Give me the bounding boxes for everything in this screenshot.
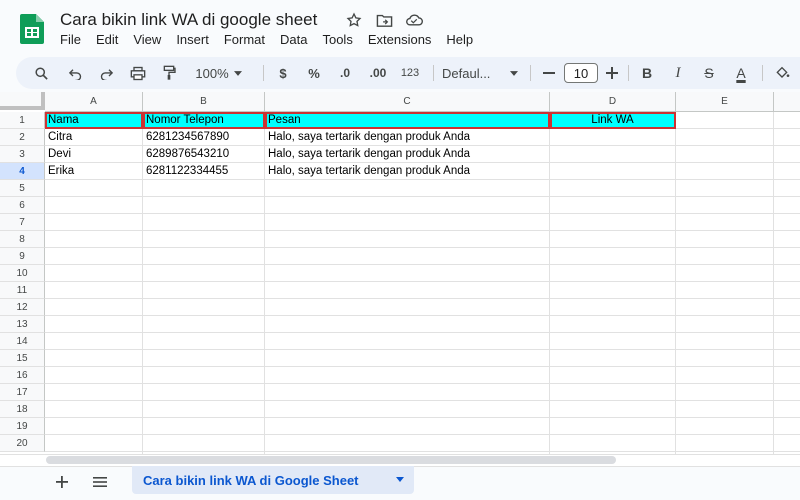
menu-file[interactable]: File: [60, 32, 89, 47]
row-header[interactable]: 12: [0, 299, 45, 316]
italic-button[interactable]: I: [669, 57, 687, 89]
row-header[interactable]: 1: [0, 112, 45, 129]
row-header[interactable]: 4: [0, 163, 45, 180]
text-color-button[interactable]: A: [730, 57, 752, 89]
cell-c4[interactable]: Halo, saya tertarik dengan produk Anda: [265, 163, 550, 180]
sheet-tab-active[interactable]: Cara bikin link WA di Google Sheet: [132, 466, 414, 494]
row-header[interactable]: 6: [0, 197, 45, 214]
number-format-button[interactable]: 123: [398, 57, 422, 89]
font-size-input[interactable]: 10: [564, 63, 598, 83]
row-header[interactable]: 7: [0, 214, 45, 231]
row-header[interactable]: 19: [0, 418, 45, 435]
menu-insert[interactable]: Insert: [176, 32, 217, 47]
cell-a2[interactable]: Citra: [45, 129, 143, 146]
row-header[interactable]: 5: [0, 180, 45, 197]
sheets-logo-icon[interactable]: [20, 14, 44, 44]
menu-data[interactable]: Data: [280, 32, 315, 47]
increase-decimal-button[interactable]: .00: [365, 57, 391, 89]
cell-b3[interactable]: 6289876543210: [143, 146, 265, 163]
bold-button[interactable]: B: [638, 57, 656, 89]
cell-a3[interactable]: Devi: [45, 146, 143, 163]
cell-b2[interactable]: 6281234567890: [143, 129, 265, 146]
all-sheets-icon[interactable]: [90, 472, 110, 492]
cell-a4[interactable]: Erika: [45, 163, 143, 180]
paint-format-icon[interactable]: [158, 57, 180, 89]
plus-icon[interactable]: [604, 57, 620, 89]
column-header-f[interactable]: [774, 92, 800, 112]
row-header[interactable]: 2: [0, 129, 45, 146]
column-header-c[interactable]: C: [265, 92, 550, 112]
cell-b4[interactable]: 6281122334455: [143, 163, 265, 180]
cloud-status-icon[interactable]: [405, 11, 423, 29]
toolbar: 100% $ % .0 .00 123 Defaul... 10 B I S A: [16, 57, 800, 89]
menu-help[interactable]: Help: [446, 32, 481, 47]
undo-icon[interactable]: [64, 57, 86, 89]
row-header[interactable]: 16: [0, 367, 45, 384]
column-header-d[interactable]: D: [550, 92, 676, 112]
fill-color-icon[interactable]: [772, 57, 792, 89]
app-header: Cara bikin link WA di google sheet File …: [0, 0, 800, 54]
menu-bar: File Edit View Insert Format Data Tools …: [60, 32, 488, 47]
chevron-down-icon[interactable]: [232, 57, 244, 89]
add-sheet-icon[interactable]: [52, 472, 72, 492]
percent-format-button[interactable]: %: [305, 57, 323, 89]
column-header-b[interactable]: B: [143, 92, 265, 112]
cell-c2[interactable]: Halo, saya tertarik dengan produk Anda: [265, 129, 550, 146]
decrease-decimal-button[interactable]: .0: [334, 57, 356, 89]
row-header[interactable]: 15: [0, 350, 45, 367]
minus-icon[interactable]: [541, 57, 557, 89]
menu-tools[interactable]: Tools: [322, 32, 360, 47]
row-header[interactable]: 3: [0, 146, 45, 163]
search-icon[interactable]: [30, 57, 52, 89]
cell-c3[interactable]: Halo, saya tertarik dengan produk Anda: [265, 146, 550, 163]
cell-a1[interactable]: Nama: [45, 112, 143, 129]
spreadsheet-grid: A B C D E 1 2 3 4 5 6 7 8 9 10 11 12 13 …: [0, 92, 800, 454]
sheet-tab-label: Cara bikin link WA di Google Sheet: [143, 472, 359, 488]
toolbar-area: 100% $ % .0 .00 123 Defaul... 10 B I S A: [0, 54, 800, 92]
row-header[interactable]: 9: [0, 248, 45, 265]
row-header[interactable]: 18: [0, 401, 45, 418]
row-header[interactable]: 10: [0, 265, 45, 282]
row-header[interactable]: 8: [0, 231, 45, 248]
menu-extensions[interactable]: Extensions: [368, 32, 440, 47]
row-header[interactable]: 13: [0, 316, 45, 333]
select-all-corner[interactable]: [0, 92, 45, 110]
strikethrough-button[interactable]: S: [700, 57, 718, 89]
row-header[interactable]: 17: [0, 384, 45, 401]
star-icon[interactable]: [345, 11, 363, 29]
row-header[interactable]: 14: [0, 333, 45, 350]
cell-c1[interactable]: Pesan: [265, 112, 550, 129]
cell-b1[interactable]: Nomor Telepon: [143, 112, 265, 129]
column-header-a[interactable]: A: [45, 92, 143, 112]
chevron-down-icon[interactable]: [508, 57, 520, 89]
row-header[interactable]: 20: [0, 435, 45, 452]
menu-view[interactable]: View: [133, 32, 169, 47]
horizontal-scrollbar-thumb[interactable]: [46, 456, 616, 464]
document-title[interactable]: Cara bikin link WA di google sheet: [60, 10, 317, 30]
chevron-down-icon[interactable]: [396, 477, 404, 482]
print-icon[interactable]: [127, 57, 149, 89]
currency-format-button[interactable]: $: [274, 57, 292, 89]
font-family-select[interactable]: Defaul...: [442, 57, 502, 89]
redo-icon[interactable]: [95, 57, 117, 89]
row-header[interactable]: 11: [0, 282, 45, 299]
move-folder-icon[interactable]: [375, 11, 393, 29]
zoom-select[interactable]: 100%: [192, 57, 232, 89]
menu-edit[interactable]: Edit: [96, 32, 126, 47]
menu-format[interactable]: Format: [224, 32, 273, 47]
column-header-e[interactable]: E: [676, 92, 774, 112]
cell-d1[interactable]: Link WA: [550, 112, 676, 129]
